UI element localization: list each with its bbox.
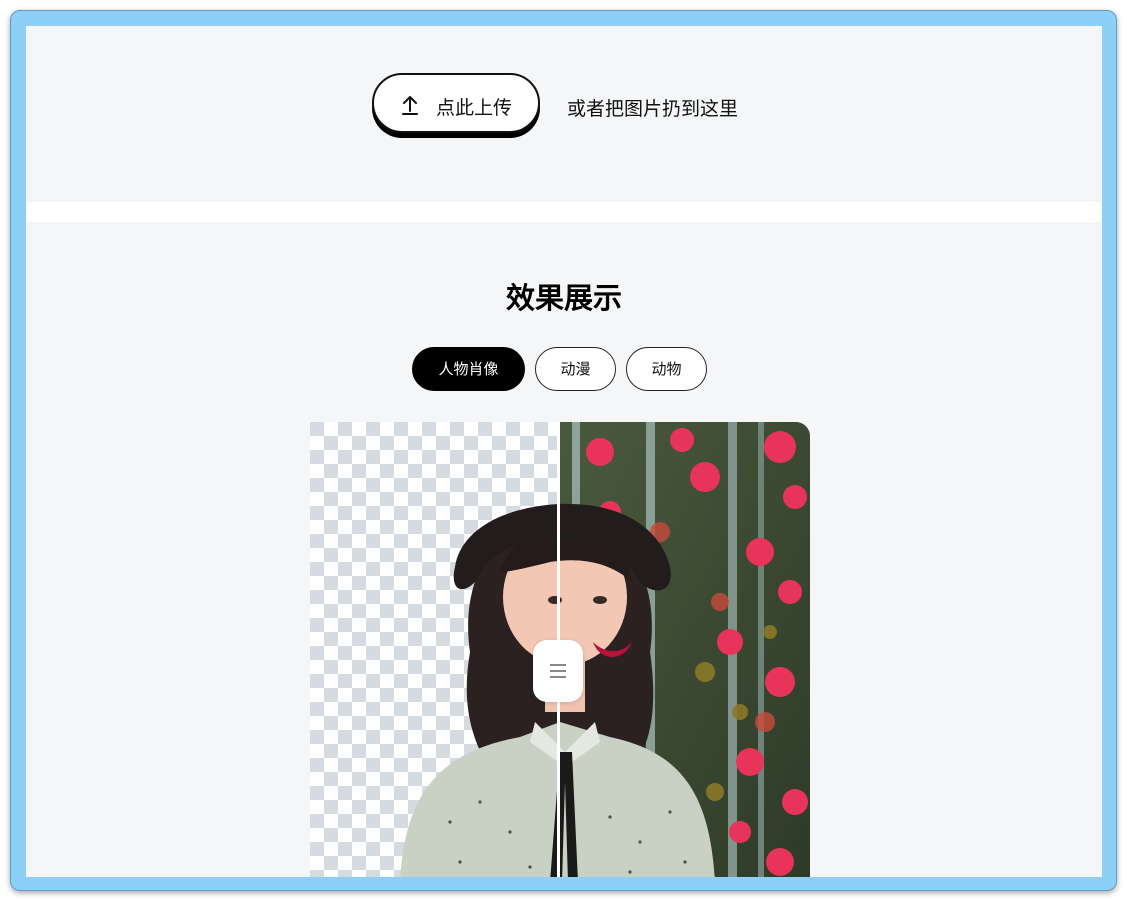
drag-handle-icon xyxy=(550,664,566,678)
tab-animal[interactable]: 动物 xyxy=(626,347,707,391)
compare-slider-handle[interactable] xyxy=(533,640,583,702)
page-content: 点此上传 或者把图片扔到这里 效果展示 人物肖像 动漫 动物 xyxy=(26,26,1102,877)
drop-hint: 或者把图片扔到这里 xyxy=(567,98,739,120)
upload-section: 点此上传 或者把图片扔到这里 xyxy=(26,26,1102,202)
showcase-section: 效果展示 人物肖像 动漫 动物 xyxy=(26,222,1102,877)
upload-button-label: 点此上传 xyxy=(436,97,513,119)
tab-portrait[interactable]: 人物肖像 xyxy=(412,347,525,391)
window-frame: 点此上传 或者把图片扔到这里 效果展示 人物肖像 动漫 动物 xyxy=(10,10,1117,891)
before-after-compare[interactable] xyxy=(310,422,810,877)
tab-anime[interactable]: 动漫 xyxy=(535,347,616,391)
upload-arrow-icon xyxy=(402,96,418,115)
upload-button[interactable]: 点此上传 xyxy=(372,73,540,133)
showcase-title: 效果展示 xyxy=(505,281,622,315)
